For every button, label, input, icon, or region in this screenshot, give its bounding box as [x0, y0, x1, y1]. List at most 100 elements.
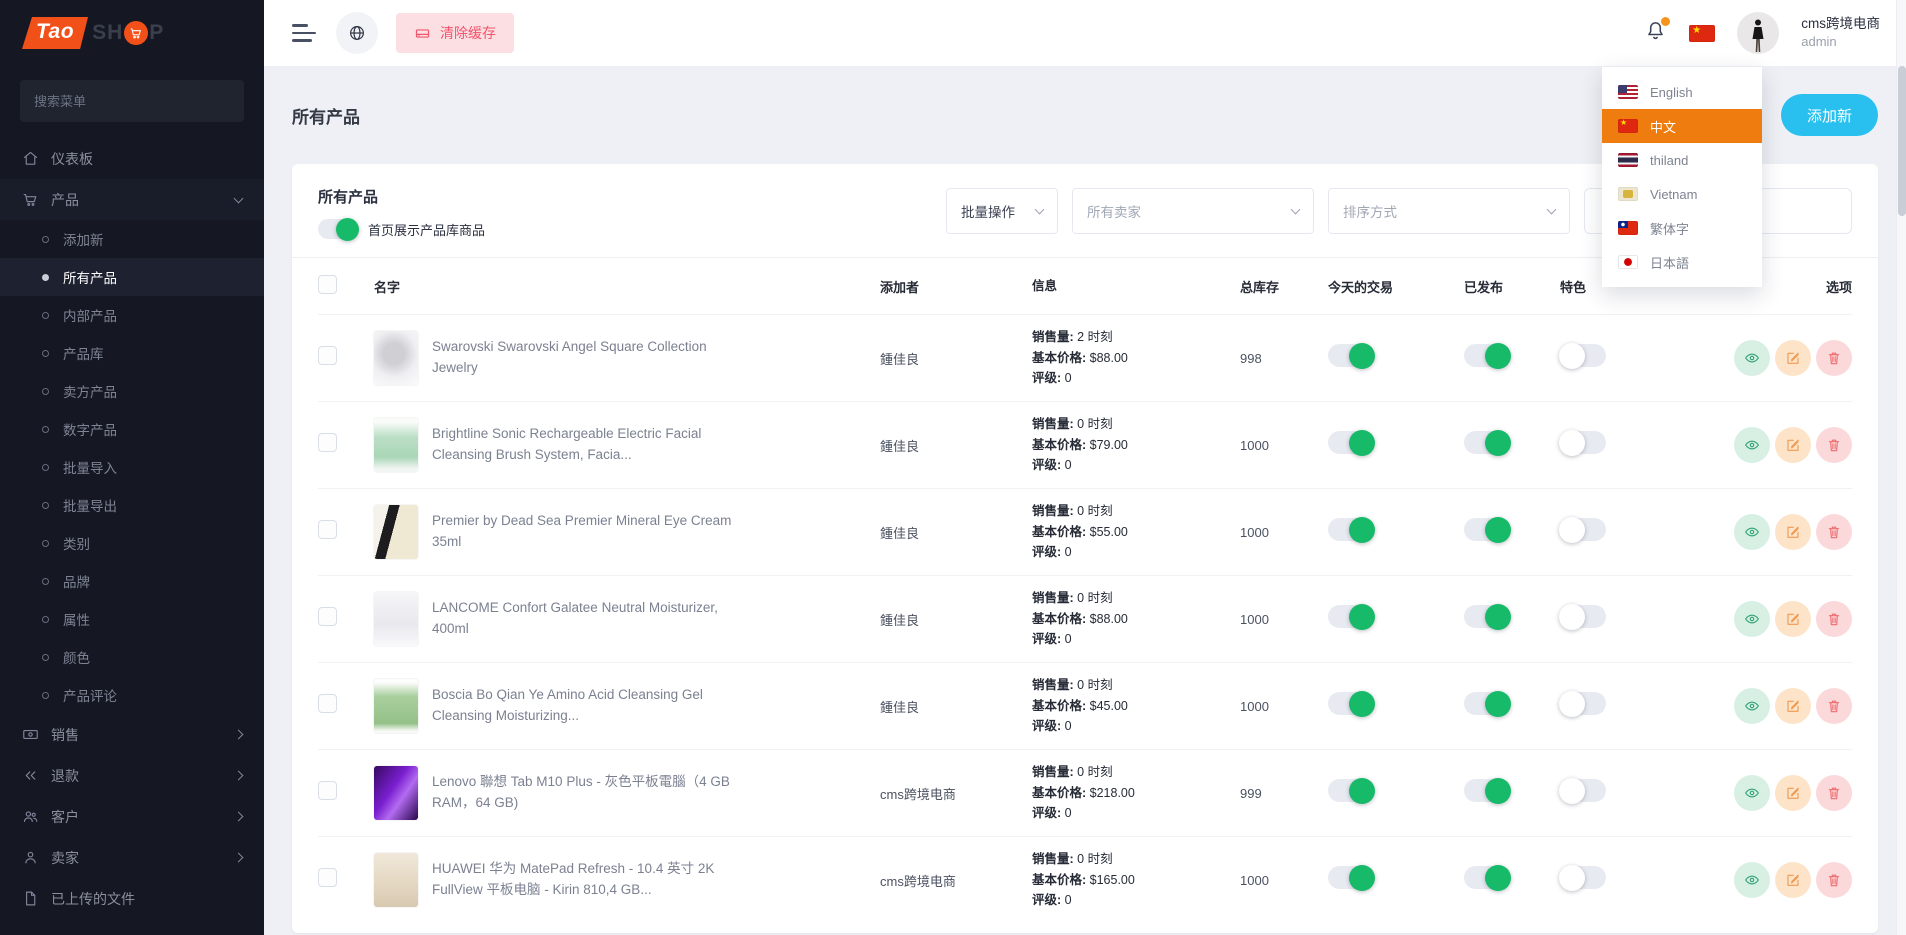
- product-name-link[interactable]: Swarovski Swarovski Angel Square Collect…: [432, 337, 732, 379]
- sidebar-subitem[interactable]: 产品评论: [0, 676, 264, 714]
- published-toggle[interactable]: [1464, 605, 1510, 628]
- product-thumbnail[interactable]: [374, 766, 418, 820]
- view-button[interactable]: [1734, 862, 1770, 898]
- todays-deal-toggle[interactable]: [1328, 779, 1374, 802]
- language-menu-item[interactable]: Vietnam: [1602, 177, 1762, 211]
- published-toggle[interactable]: [1464, 866, 1510, 889]
- delete-button[interactable]: [1816, 601, 1852, 637]
- product-name-link[interactable]: Lenovo 聯想 Tab M10 Plus - 灰色平板電腦（4 GB RAM…: [432, 772, 732, 814]
- delete-button[interactable]: [1816, 775, 1852, 811]
- product-name-link[interactable]: HUAWEI 华为 MatePad Refresh - 10.4 英寸 2K F…: [432, 859, 732, 901]
- bulk-actions-dropdown[interactable]: 批量操作: [946, 188, 1058, 234]
- edit-button[interactable]: [1775, 340, 1811, 376]
- sidebar-subitem[interactable]: 品牌: [0, 562, 264, 600]
- seller-filter-select[interactable]: 所有卖家: [1072, 188, 1314, 234]
- avatar[interactable]: [1737, 12, 1779, 54]
- product-thumbnail[interactable]: [374, 592, 418, 646]
- language-menu-item[interactable]: 中文: [1602, 109, 1762, 143]
- edit-button[interactable]: [1775, 427, 1811, 463]
- product-thumbnail[interactable]: [374, 853, 418, 907]
- published-toggle[interactable]: [1464, 779, 1510, 802]
- delete-button[interactable]: [1816, 514, 1852, 550]
- featured-toggle[interactable]: [1560, 518, 1606, 541]
- edit-button[interactable]: [1775, 514, 1811, 550]
- sidebar-subitem[interactable]: 所有产品: [0, 258, 264, 296]
- sidebar-subitem[interactable]: 批量导入: [0, 448, 264, 486]
- sidebar-item-uploaded-files[interactable]: 已上传的文件: [0, 878, 264, 919]
- product-name-link[interactable]: Brightline Sonic Rechargeable Electric F…: [432, 424, 732, 466]
- hamburger-menu-icon[interactable]: [290, 20, 318, 46]
- todays-deal-toggle[interactable]: [1328, 866, 1374, 889]
- sidebar-item-sellers[interactable]: 卖家: [0, 837, 264, 878]
- page-scrollbar[interactable]: [1896, 0, 1906, 935]
- delete-button[interactable]: [1816, 427, 1852, 463]
- published-toggle[interactable]: [1464, 518, 1510, 541]
- add-new-button[interactable]: 添加新: [1781, 94, 1878, 136]
- sort-select[interactable]: 排序方式: [1328, 188, 1570, 234]
- language-menu-item[interactable]: 日本語: [1602, 245, 1762, 279]
- homepage-library-toggle[interactable]: [318, 219, 358, 239]
- row-checkbox[interactable]: [318, 607, 337, 626]
- edit-button[interactable]: [1775, 688, 1811, 724]
- row-checkbox[interactable]: [318, 433, 337, 452]
- edit-button[interactable]: [1775, 601, 1811, 637]
- language-menu-item[interactable]: 繁体字: [1602, 211, 1762, 245]
- view-button[interactable]: [1734, 340, 1770, 376]
- featured-toggle[interactable]: [1560, 431, 1606, 454]
- sidebar-item-dashboard[interactable]: 仪表板: [0, 138, 264, 179]
- row-checkbox[interactable]: [318, 520, 337, 539]
- row-checkbox[interactable]: [318, 346, 337, 365]
- published-toggle[interactable]: [1464, 431, 1510, 454]
- select-all-checkbox[interactable]: [318, 275, 337, 294]
- edit-button[interactable]: [1775, 862, 1811, 898]
- featured-toggle[interactable]: [1560, 866, 1606, 889]
- todays-deal-toggle[interactable]: [1328, 605, 1374, 628]
- featured-toggle[interactable]: [1560, 779, 1606, 802]
- brand-logo[interactable]: Tao SH P: [0, 0, 264, 66]
- product-thumbnail[interactable]: [374, 505, 418, 559]
- todays-deal-toggle[interactable]: [1328, 431, 1374, 454]
- sidebar-subitem[interactable]: 颜色: [0, 638, 264, 676]
- featured-toggle[interactable]: [1560, 692, 1606, 715]
- product-thumbnail[interactable]: [374, 331, 418, 385]
- featured-toggle[interactable]: [1560, 605, 1606, 628]
- view-button[interactable]: [1734, 688, 1770, 724]
- edit-button[interactable]: [1775, 775, 1811, 811]
- language-menu-item[interactable]: English: [1602, 75, 1762, 109]
- sidebar-subitem[interactable]: 添加新: [0, 220, 264, 258]
- globe-button[interactable]: [336, 12, 378, 54]
- product-name-link[interactable]: Boscia Bo Qian Ye Amino Acid Cleansing G…: [432, 685, 732, 727]
- todays-deal-toggle[interactable]: [1328, 692, 1374, 715]
- sidebar-item-products[interactable]: 产品: [0, 179, 264, 220]
- view-button[interactable]: [1734, 427, 1770, 463]
- sidebar-subitem[interactable]: 产品库: [0, 334, 264, 372]
- language-menu-item[interactable]: thiland: [1602, 143, 1762, 177]
- sidebar-item-sales[interactable]: 销售: [0, 714, 264, 755]
- sidebar-item-customers[interactable]: 客户: [0, 796, 264, 837]
- sidebar-subitem[interactable]: 卖方产品: [0, 372, 264, 410]
- product-name-link[interactable]: LANCOME Confort Galatee Neutral Moisturi…: [432, 598, 732, 640]
- product-name-link[interactable]: Premier by Dead Sea Premier Mineral Eye …: [432, 511, 732, 553]
- sidebar-subitem[interactable]: 类别: [0, 524, 264, 562]
- row-checkbox[interactable]: [318, 781, 337, 800]
- scrollbar-thumb[interactable]: [1898, 66, 1906, 216]
- view-button[interactable]: [1734, 514, 1770, 550]
- current-language-flag-icon[interactable]: [1689, 25, 1715, 42]
- sidebar-search-input[interactable]: [20, 80, 244, 122]
- row-checkbox[interactable]: [318, 868, 337, 887]
- sidebar-subitem[interactable]: 内部产品: [0, 296, 264, 334]
- user-meta[interactable]: cms跨境电商 admin: [1801, 15, 1880, 51]
- clear-cache-button[interactable]: 清除缓存: [396, 13, 514, 53]
- featured-toggle[interactable]: [1560, 344, 1606, 367]
- product-thumbnail[interactable]: [374, 679, 418, 733]
- notifications-button[interactable]: [1644, 19, 1667, 47]
- view-button[interactable]: [1734, 601, 1770, 637]
- row-checkbox[interactable]: [318, 694, 337, 713]
- delete-button[interactable]: [1816, 688, 1852, 724]
- sidebar-item-refunds[interactable]: 退款: [0, 755, 264, 796]
- todays-deal-toggle[interactable]: [1328, 344, 1374, 367]
- view-button[interactable]: [1734, 775, 1770, 811]
- sidebar-subitem[interactable]: 属性: [0, 600, 264, 638]
- delete-button[interactable]: [1816, 862, 1852, 898]
- published-toggle[interactable]: [1464, 344, 1510, 367]
